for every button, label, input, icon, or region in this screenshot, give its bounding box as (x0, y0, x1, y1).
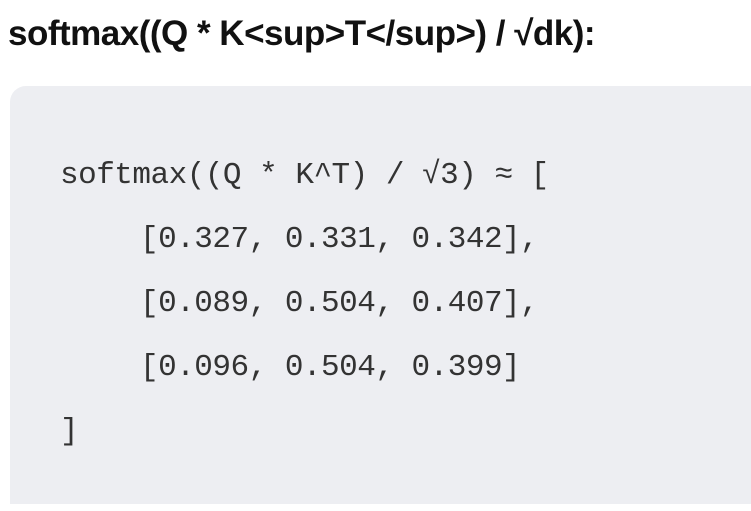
code-block: softmax((Q * K^T) / √3) ≈ [ [0.327, 0.33… (10, 86, 751, 504)
code-line: [0.089, 0.504, 0.407], (140, 286, 539, 321)
code-line: [0.327, 0.331, 0.342], (140, 222, 539, 257)
section-heading: softmax((Q * K<sup>T</sup>) / √dk): (8, 14, 596, 53)
code-line: softmax((Q * K^T) / √3) ≈ [ (60, 158, 549, 193)
code-line: [0.096, 0.504, 0.399] (140, 350, 521, 385)
code-line: ] (60, 414, 79, 449)
